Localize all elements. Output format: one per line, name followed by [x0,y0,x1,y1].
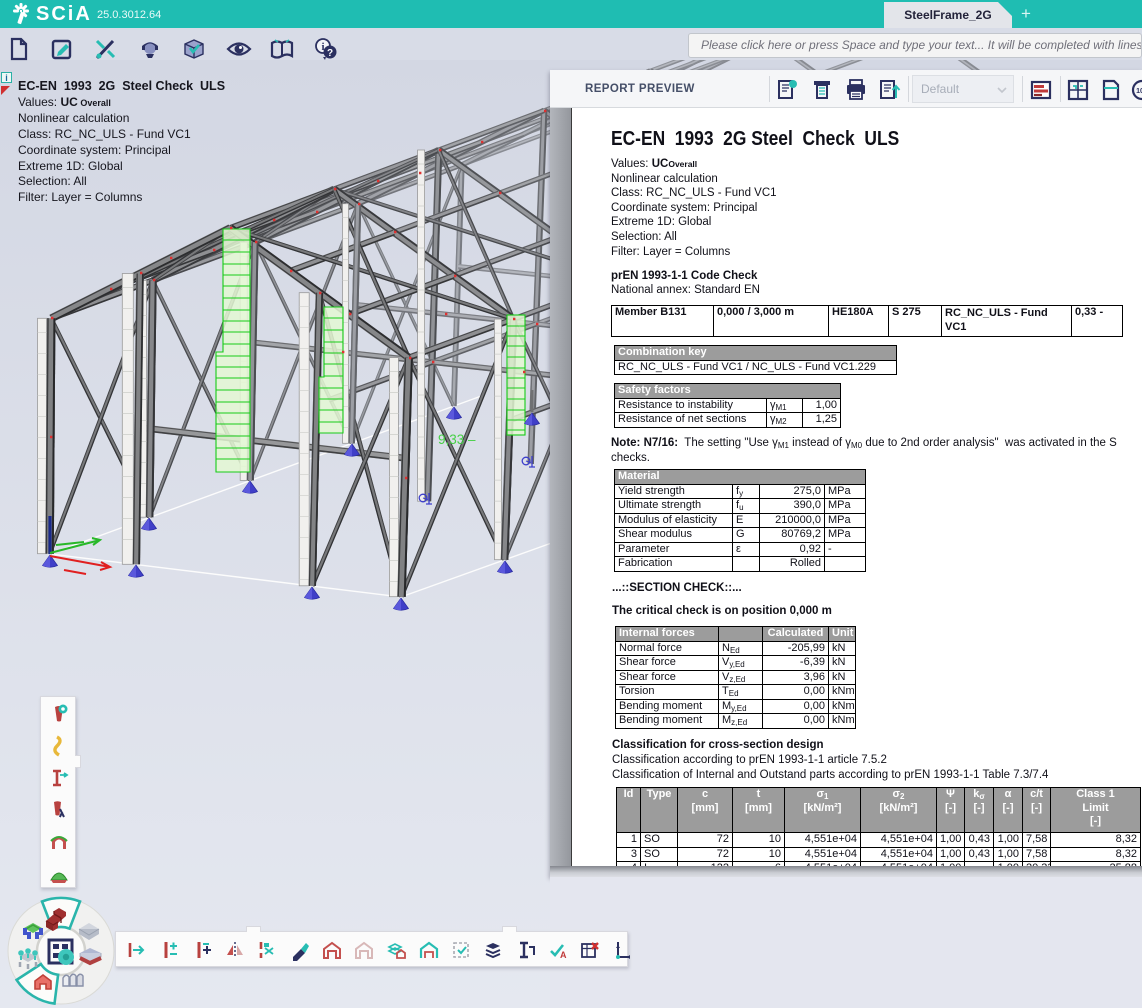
svg-text:9,33 –: 9,33 – [438,432,476,447]
svg-text:A: A [560,950,567,960]
svg-text:100: 100 [1136,88,1142,95]
svg-text:?: ? [327,48,333,59]
